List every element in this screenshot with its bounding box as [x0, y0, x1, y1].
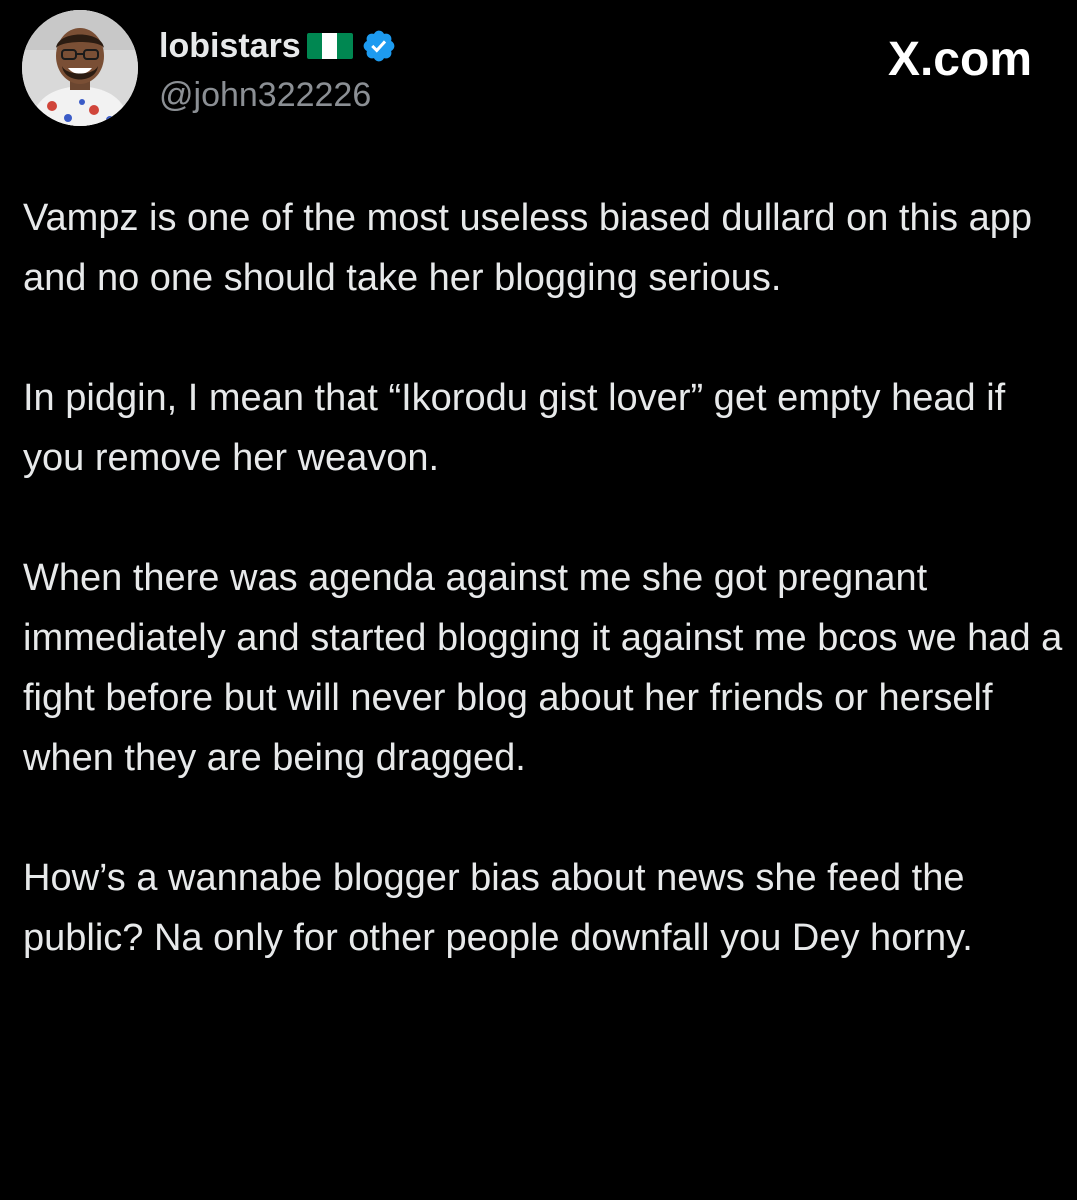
avatar[interactable]: [22, 10, 138, 126]
user-handle[interactable]: @john322226: [159, 76, 397, 115]
verified-badge-icon: [363, 30, 395, 62]
avatar-image: [22, 10, 138, 126]
brand-label: X.com: [887, 33, 1032, 86]
tweet-paragraph: How’s a wannabe blogger bias about news …: [23, 857, 973, 959]
tweet-paragraph: When there was agenda against me she got…: [23, 557, 1063, 779]
nigeria-flag-icon: [306, 33, 353, 59]
tweet-text: Vampz is one of the most useless biased …: [23, 188, 1063, 968]
tweet-paragraph: Vampz is one of the most useless biased …: [23, 197, 1032, 299]
tweet-header: lobistars @john322226 X.com: [22, 10, 1052, 130]
tweet-paragraph: In pidgin, I mean that “Ikorodu gist lov…: [23, 377, 1006, 479]
author-info: lobistars @john322226: [159, 24, 397, 115]
display-name[interactable]: lobistars: [159, 27, 301, 66]
x-com-watermark: X.com: [888, 32, 1032, 87]
name-row: lobistars: [159, 24, 397, 68]
